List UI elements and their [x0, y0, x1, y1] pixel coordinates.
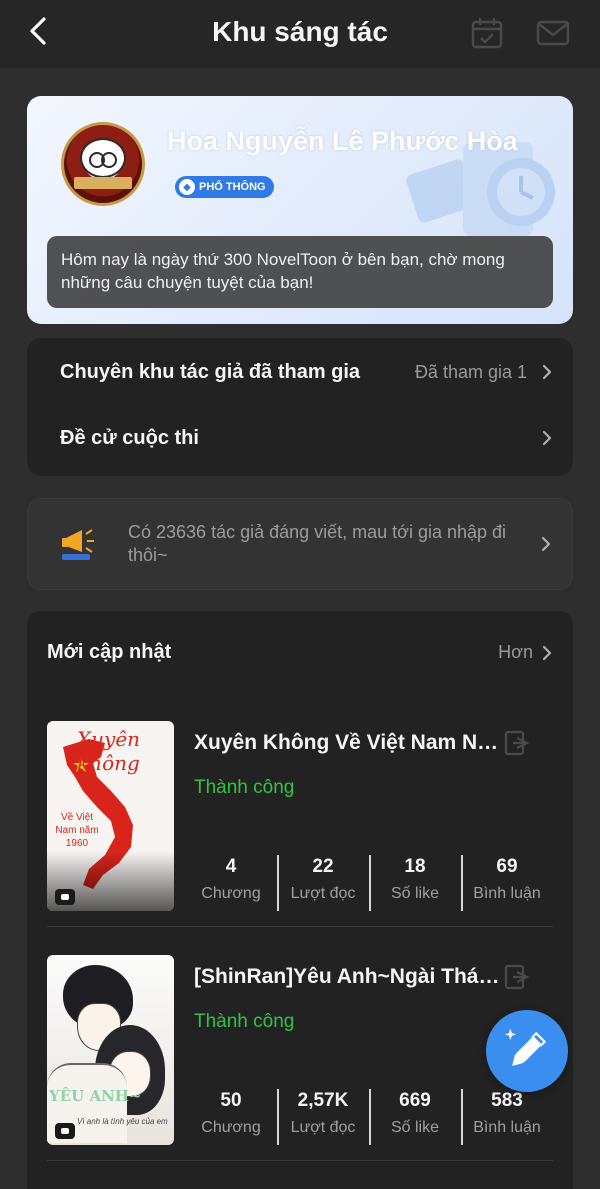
book-stats: 50 Chương 2,57K Lượt đọc 669 Số like 583…: [185, 1087, 553, 1147]
book-cover[interactable]: Xuyên không Về Việt Nam năm 1960: [47, 721, 174, 911]
profile-card[interactable]: Hoa Nguyễn Lê Phước Hòa ◆ PHỔ THÔNG Hôm …: [27, 96, 573, 324]
recent-updates-title: Mới cập nhật: [47, 641, 172, 663]
stat-reads: 2,57K Lượt đọc: [277, 1087, 369, 1147]
mail-button[interactable]: [536, 16, 570, 50]
book-title: Xuyên Không Về Việt Nam Năm 1960: [194, 731, 504, 754]
contest-nomination-label: Đề cử cuộc thi: [60, 426, 199, 449]
joined-author-zone-label: Chuyên khu tác giả đã tham gia: [60, 360, 361, 383]
stat-reads: 22 Lượt đọc: [277, 853, 369, 913]
book-item[interactable]: Xuyên không Về Việt Nam năm 1960 Xuyên K…: [47, 721, 553, 921]
stat-label: Lượt đọc: [290, 1119, 356, 1136]
diamond-icon: ◆: [179, 179, 195, 195]
chevron-right-icon: [542, 364, 552, 380]
stat-label: Số like: [390, 885, 440, 902]
pencil-icon: [504, 1028, 547, 1066]
avatar[interactable]: [61, 122, 145, 206]
stat-likes: 669 Số like: [369, 1087, 461, 1147]
avatar-ribbon: [74, 177, 132, 189]
top-bar: Khu sáng tác: [0, 0, 600, 68]
chat-bubble-icon: [55, 889, 75, 905]
cover-subtitle: Vì anh là tình yêu của em: [77, 1117, 168, 1126]
menu-card: Chuyên khu tác giả đã tham gia Đã tham g…: [27, 338, 573, 476]
stat-value: 669: [399, 1090, 431, 1111]
stat-value: 2,57K: [297, 1090, 349, 1111]
edit-document-icon[interactable]: [503, 963, 531, 991]
page-title: Khu sáng tác: [212, 16, 388, 47]
stat-comments: 583 Bình luận: [461, 1087, 553, 1147]
stat-label: Chương: [201, 1119, 261, 1136]
stat-label: Lượt đọc: [290, 885, 356, 902]
megaphone-icon: [62, 529, 94, 560]
stat-chapters: 50 Chương: [185, 1087, 277, 1147]
divider: [47, 1160, 553, 1161]
contest-nomination-row[interactable]: Đề cử cuộc thi: [27, 406, 573, 470]
edit-document-icon[interactable]: [503, 729, 531, 757]
stat-label: Bình luận: [473, 1119, 541, 1136]
stat-value: 69: [496, 856, 518, 877]
greeting-message: Hôm nay là ngày thứ 300 NovelToon ở bên …: [47, 236, 553, 308]
stat-label: Bình luận: [473, 885, 541, 902]
chevron-right-icon: [541, 536, 551, 552]
book-status: Thành công: [194, 1011, 295, 1032]
stat-value: 18: [404, 856, 426, 877]
stat-chapters: 4 Chương: [185, 853, 277, 913]
stat-label: Số like: [390, 1119, 440, 1136]
chevron-right-icon: [542, 645, 552, 660]
calendar-button[interactable]: [470, 16, 504, 50]
book-title: [ShinRan]Yêu Anh~Ngài Thám Tử: [194, 965, 504, 988]
joined-author-zone-row[interactable]: Chuyên khu tác giả đã tham gia Đã tham g…: [27, 340, 573, 404]
book-item[interactable]: YÊU ANH~ Vì anh là tình yêu của em [Shin…: [47, 955, 553, 1155]
membership-badge: ◆ PHỔ THÔNG: [175, 176, 274, 198]
write-button[interactable]: [486, 1010, 568, 1092]
cover-title: YÊU ANH~: [49, 1087, 142, 1105]
stat-value: 50: [220, 1090, 242, 1111]
more-label: Hơn: [498, 642, 533, 662]
author-invite-banner[interactable]: Có 23636 tác giả đáng viết, mau tới gia …: [27, 498, 573, 590]
stat-value: 583: [491, 1090, 523, 1111]
book-status: Thành công: [194, 777, 295, 798]
stat-comments: 69 Bình luận: [461, 853, 553, 913]
membership-badge-label: PHỔ THÔNG: [199, 181, 266, 193]
author-invite-text: Có 23636 tác giả đáng viết, mau tới gia …: [128, 522, 507, 565]
avatar-character-icon: [80, 138, 126, 178]
divider: [47, 926, 553, 927]
cover-subtitle: Về Việt Nam năm 1960: [55, 812, 99, 849]
chat-bubble-icon: [55, 1123, 75, 1139]
username: Hoa Nguyễn Lê Phước Hòa: [167, 126, 518, 156]
stat-label: Chương: [201, 885, 261, 902]
cover-title: Xuyên không: [76, 727, 141, 775]
joined-author-zone-value: Đã tham gia 1: [414, 361, 527, 382]
calendar-check-icon: [471, 18, 503, 49]
recent-updates-card: Mới cập nhật Hơn Xuyên không Về Việt Nam…: [27, 611, 573, 1189]
book-stats: 4 Chương 22 Lượt đọc 18 Số like 69 Bình …: [185, 853, 553, 913]
more-button[interactable]: Hơn: [498, 642, 553, 663]
stat-value: 4: [225, 856, 237, 877]
book-cover[interactable]: YÊU ANH~ Vì anh là tình yêu của em: [47, 955, 174, 1145]
stat-likes: 18 Số like: [369, 853, 461, 913]
chevron-right-icon: [542, 430, 552, 446]
mail-icon: [536, 20, 570, 46]
stat-value: 22: [312, 856, 334, 877]
